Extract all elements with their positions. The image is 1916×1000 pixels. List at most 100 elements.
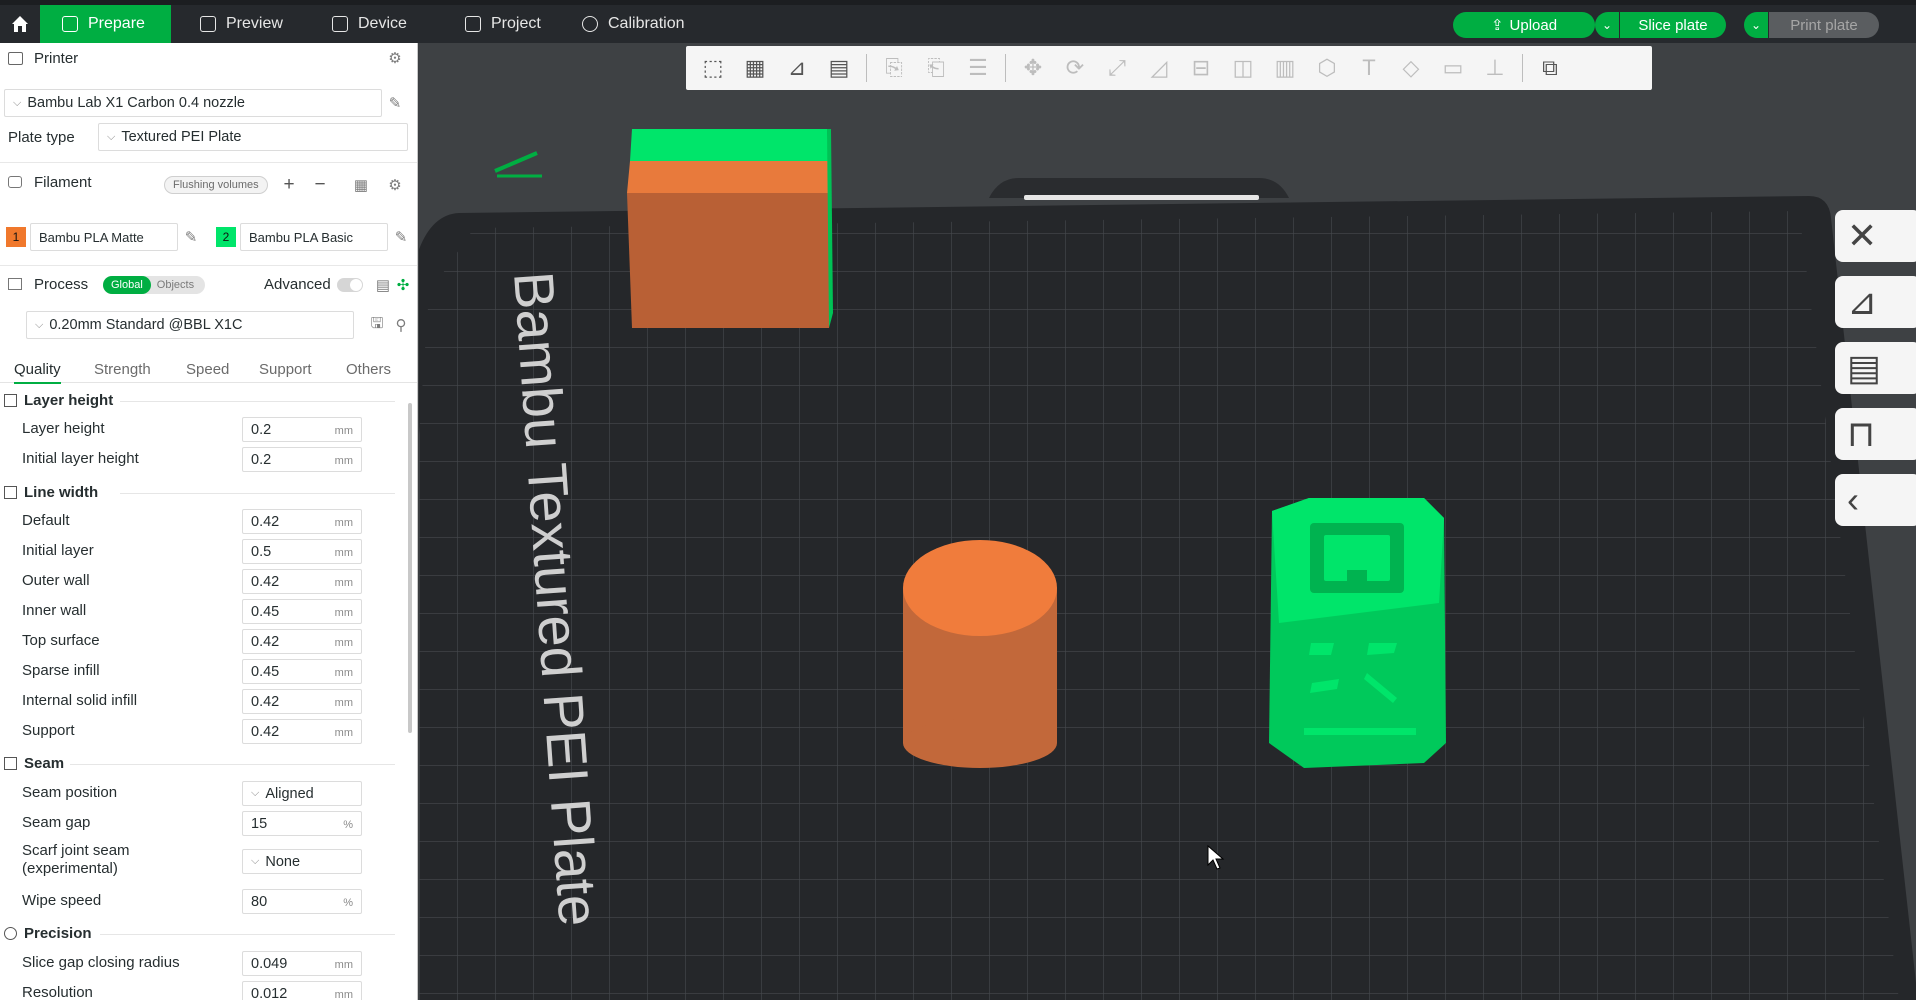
tab-quality[interactable]: Quality bbox=[14, 361, 61, 384]
seam-position-select[interactable]: ⌵ Aligned bbox=[242, 781, 362, 806]
print-dropdown-button[interactable]: ⌄ bbox=[1744, 12, 1768, 38]
advanced-label: Advanced bbox=[264, 270, 331, 298]
chevron-down-icon: ⌵ bbox=[107, 130, 116, 143]
seam-paint-icon[interactable]: ⬡ bbox=[1306, 49, 1348, 87]
outer-wall-input[interactable]: 0.42 mm bbox=[242, 569, 362, 594]
scale-icon[interactable]: ⤢ bbox=[1096, 49, 1138, 87]
support-line-width-input[interactable]: 0.42 mm bbox=[242, 719, 362, 744]
green-cube-object[interactable] bbox=[1269, 498, 1446, 768]
global-objects-toggle[interactable]: Global Objects bbox=[103, 276, 205, 294]
resolution-input[interactable]: 0.012 mm bbox=[242, 981, 362, 1000]
remove-filament-icon[interactable]: − bbox=[311, 174, 329, 195]
tab-others[interactable]: Others bbox=[346, 361, 391, 378]
scarf-joint-seam-label: Scarf joint seam bbox=[22, 842, 130, 859]
filament-2-select[interactable]: Bambu PLA Basic bbox=[240, 223, 388, 251]
default-line-width-input[interactable]: 0.42 mm bbox=[242, 509, 362, 534]
search-icon[interactable]: ⚲ bbox=[392, 316, 410, 334]
edit-filament-1-icon[interactable]: ✎ bbox=[182, 228, 200, 246]
measure-icon[interactable]: ▭ bbox=[1432, 49, 1474, 87]
compare-icon[interactable]: ▤ bbox=[374, 276, 392, 294]
lock-plate-icon[interactable]: ⊓ bbox=[1835, 408, 1916, 460]
filament-sync-icon[interactable]: ▦ bbox=[352, 176, 370, 194]
cylinder-object[interactable] bbox=[903, 540, 1057, 768]
home-icon[interactable] bbox=[0, 5, 40, 43]
text-icon[interactable]: T bbox=[1348, 49, 1390, 87]
add-plate-icon[interactable]: ▦ bbox=[734, 49, 776, 87]
printer-select[interactable]: ⌵ Bambu Lab X1 Carbon 0.4 nozzle bbox=[4, 89, 382, 117]
filament-settings-gear-icon[interactable]: ⚙ bbox=[386, 176, 404, 194]
sidebar-scrollbar[interactable] bbox=[408, 403, 412, 733]
support-paint-icon[interactable]: ▥ bbox=[1264, 49, 1306, 87]
slice-plate-button[interactable]: Slice plate bbox=[1620, 12, 1726, 38]
filament-2-color-swatch[interactable]: 2 bbox=[216, 227, 236, 247]
scarf-joint-seam-select[interactable]: ⌵ None bbox=[242, 849, 362, 874]
process-preset-select[interactable]: ⌵ 0.20mm Standard @BBL X1C bbox=[26, 311, 354, 339]
printer-settings-gear-icon[interactable]: ⚙ bbox=[386, 49, 404, 67]
plate-layout-icon[interactable]: ▤ bbox=[1835, 342, 1916, 394]
filament-1-index: 1 bbox=[12, 230, 20, 244]
boolean-icon[interactable]: ◫ bbox=[1222, 49, 1264, 87]
move-icon[interactable]: ✥ bbox=[1012, 49, 1054, 87]
plate-settings-icon[interactable]: ‹ bbox=[1835, 474, 1916, 526]
objects-toggle-option[interactable]: Objects bbox=[151, 279, 200, 291]
tab-project[interactable]: Project bbox=[443, 5, 563, 43]
wipe-speed-input[interactable]: 80% bbox=[242, 889, 362, 914]
internal-solid-infill-input[interactable]: 0.42 mm bbox=[242, 689, 362, 714]
process-settings-icon[interactable]: ✣ bbox=[394, 276, 412, 294]
top-surface-input[interactable]: 0.42 mm bbox=[242, 629, 362, 654]
edit-printer-icon[interactable]: ✎ bbox=[386, 94, 404, 112]
3d-viewport[interactable]: Bambu Textured PEI Plate bbox=[419, 43, 1916, 1000]
tab-prepare[interactable]: Prepare bbox=[40, 5, 171, 43]
add-filament-icon[interactable]: + bbox=[280, 174, 298, 195]
initial-layer-line-width-input[interactable]: 0.5 mm bbox=[242, 539, 362, 564]
upload-button[interactable]: ⇪ Upload bbox=[1453, 12, 1595, 38]
filament-1-select[interactable]: Bambu PLA Matte bbox=[30, 223, 178, 251]
slice-gap-closing-radius-input[interactable]: 0.049 mm bbox=[242, 951, 362, 976]
auto-arrange-plate-icon[interactable]: ⊿ bbox=[1835, 276, 1916, 328]
flushing-volumes-button[interactable]: Flushing volumes bbox=[164, 176, 268, 194]
layer-height-input[interactable]: 0.2 mm bbox=[242, 417, 362, 442]
tab-preview[interactable]: Preview bbox=[178, 5, 305, 43]
color-paint-icon[interactable]: ◇ bbox=[1390, 49, 1432, 87]
auto-orient-icon[interactable]: ⊿ bbox=[776, 49, 818, 87]
divider bbox=[0, 162, 417, 163]
copy-icon[interactable]: ⎘ bbox=[873, 49, 915, 87]
tab-calibration[interactable]: Calibration bbox=[560, 5, 706, 43]
delete-plate-icon[interactable]: ✕ bbox=[1835, 210, 1916, 262]
seam-gap-input[interactable]: 15% bbox=[242, 811, 362, 836]
initial-layer-height-input[interactable]: 0.2 mm bbox=[242, 447, 362, 472]
assembly-icon[interactable]: ⊥ bbox=[1474, 49, 1516, 87]
add-object-icon[interactable]: ⬚ bbox=[692, 49, 734, 87]
build-plate-scene[interactable]: Bambu Textured PEI Plate bbox=[419, 43, 1916, 1000]
seam-group-icon bbox=[4, 757, 17, 770]
project-icon bbox=[465, 16, 481, 32]
tab-device[interactable]: Device bbox=[310, 5, 429, 43]
plate-type-select[interactable]: ⌵ Textured PEI Plate bbox=[98, 123, 408, 151]
paste-icon[interactable]: ⎗ bbox=[915, 49, 957, 87]
slice-dropdown-button[interactable]: ⌄ bbox=[1595, 12, 1619, 38]
internal-solid-infill-label: Internal solid infill bbox=[22, 692, 138, 709]
two-color-box-object[interactable] bbox=[627, 129, 833, 328]
filament-1-color-swatch[interactable]: 1 bbox=[6, 227, 26, 247]
group-divider bbox=[70, 764, 395, 765]
upload-icon: ⇪ bbox=[1490, 17, 1504, 34]
arrange-icon[interactable]: ▤ bbox=[818, 49, 860, 87]
inner-wall-input[interactable]: 0.45 mm bbox=[242, 599, 362, 624]
edit-filament-2-icon[interactable]: ✎ bbox=[392, 228, 410, 246]
view-mode-icon[interactable]: ⧉ bbox=[1529, 49, 1571, 87]
advanced-toggle[interactable] bbox=[337, 278, 363, 292]
unit-label: mm bbox=[334, 517, 353, 529]
global-toggle-option[interactable]: Global bbox=[103, 276, 151, 294]
cut-icon[interactable]: ⊟ bbox=[1180, 49, 1222, 87]
save-preset-icon[interactable]: 🖫 bbox=[368, 315, 386, 334]
print-plate-button[interactable]: Print plate bbox=[1769, 12, 1879, 38]
sparse-infill-input[interactable]: 0.45 mm bbox=[242, 659, 362, 684]
sparse-infill-label: Sparse infill bbox=[22, 662, 100, 679]
tab-support[interactable]: Support bbox=[259, 361, 312, 378]
layers-list-icon[interactable]: ☰ bbox=[957, 49, 999, 87]
tab-strength[interactable]: Strength bbox=[94, 361, 151, 378]
rotate-icon[interactable]: ⟳ bbox=[1054, 49, 1096, 87]
tab-speed[interactable]: Speed bbox=[186, 361, 229, 378]
edit-plate-name-icon[interactable] bbox=[494, 151, 542, 178]
lay-on-face-icon[interactable]: ◿ bbox=[1138, 49, 1180, 87]
